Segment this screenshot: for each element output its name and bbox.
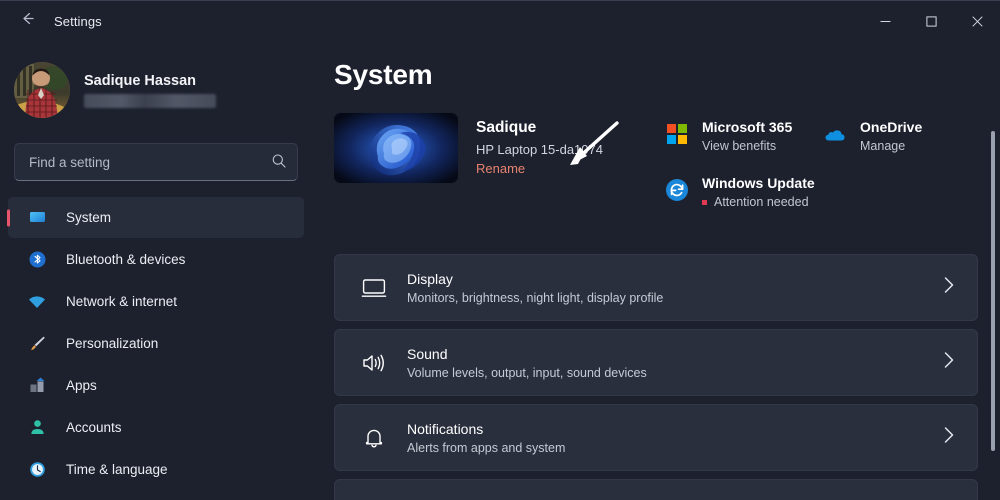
avatar	[14, 62, 70, 118]
scrollbar[interactable]	[986, 41, 1000, 500]
window-title: Settings	[54, 13, 102, 29]
chevron-right-icon	[942, 276, 959, 299]
title-bar: Settings	[0, 1, 1000, 41]
account-name: Sadique Hassan	[84, 72, 197, 89]
card-title: Display	[407, 270, 453, 287]
service-text: Windows Update Attention needed	[702, 175, 815, 209]
maximize-button[interactable]	[908, 1, 954, 41]
service-title: OneDrive	[860, 119, 923, 135]
monitor-icon	[26, 208, 48, 227]
paintbrush-icon	[26, 334, 48, 353]
page-title: System	[334, 59, 433, 90]
settings-card-partial[interactable]	[334, 479, 978, 500]
services-row-bottom: Windows Update Attention needed	[664, 175, 994, 209]
card-subtitle: Alerts from apps and system	[407, 440, 566, 455]
sidebar-item-personalization[interactable]: Personalization	[8, 323, 304, 364]
search-input[interactable]	[14, 143, 298, 181]
main-content: System Sadique HP Laptop 15-da1074 Renam…	[312, 41, 1000, 500]
microsoft-365-icon	[664, 121, 690, 147]
sidebar-item-label: Time & language	[66, 462, 168, 477]
card-text: Display Monitors, brightness, night ligh…	[407, 271, 942, 305]
window-controls	[862, 1, 1000, 41]
services-row-top: Microsoft 365 View benefits OneDrive Man…	[664, 119, 994, 153]
user-photo-avatar	[14, 62, 70, 118]
wifi-icon	[26, 292, 48, 312]
settings-card-notifications[interactable]: Notifications Alerts from apps and syste…	[334, 404, 978, 471]
minimize-button[interactable]	[862, 1, 908, 41]
apps-icon	[26, 376, 48, 395]
service-subtitle: View benefits	[702, 139, 777, 153]
card-subtitle: Monitors, brightness, night light, displ…	[407, 290, 664, 305]
service-title: Microsoft 365	[702, 119, 793, 135]
device-info: Sadique HP Laptop 15-da1074 Rename	[476, 113, 603, 191]
sidebar-item-label: Personalization	[66, 336, 159, 351]
settings-card-list: Display Monitors, brightness, night ligh…	[334, 254, 978, 500]
card-subtitle: Volume levels, output, input, sound devi…	[407, 365, 647, 380]
service-subtitle: Manage	[860, 139, 906, 153]
sidebar-item-apps[interactable]: Apps	[8, 365, 304, 406]
display-monitor-icon	[357, 276, 391, 300]
sidebar-item-system[interactable]: System	[8, 197, 304, 238]
card-title: Sound	[407, 345, 448, 362]
settings-card-display[interactable]: Display Monitors, brightness, night ligh…	[334, 254, 978, 321]
back-arrow-icon	[19, 10, 36, 32]
chevron-right-icon	[942, 426, 959, 449]
service-text: Microsoft 365 View benefits	[702, 119, 792, 153]
scrollbar-thumb[interactable]	[991, 131, 995, 451]
service-subtitle: Attention needed	[714, 195, 809, 209]
person-icon	[26, 418, 48, 437]
account-email-redacted	[84, 93, 216, 108]
card-text: Sound Volume levels, output, input, soun…	[407, 346, 942, 380]
service-microsoft-365[interactable]: Microsoft 365 View benefits	[664, 119, 822, 153]
sidebar-item-bluetooth-devices[interactable]: Bluetooth & devices	[8, 239, 304, 280]
sidebar-item-label: Accounts	[66, 420, 122, 435]
back-button[interactable]	[10, 6, 44, 36]
service-status: Attention needed	[702, 195, 815, 209]
speaker-sound-icon	[357, 351, 391, 375]
settings-window: Settings Sadique Hassan Find a setting S…	[0, 0, 1000, 500]
bluetooth-icon	[26, 250, 48, 269]
service-onedrive[interactable]: OneDrive Manage	[822, 119, 922, 153]
service-windows-update[interactable]: Windows Update Attention needed	[664, 175, 815, 209]
windows-bloom-wallpaper	[334, 113, 458, 183]
card-title: Notifications	[407, 420, 484, 437]
account-text: Sadique Hassan	[84, 73, 216, 108]
service-title: Windows Update	[702, 175, 815, 191]
sidebar-item-label: Network & internet	[66, 294, 178, 309]
services-section: Microsoft 365 View benefits OneDrive Man…	[664, 119, 994, 209]
device-name: Sadique	[476, 119, 537, 136]
close-button[interactable]	[954, 1, 1000, 41]
device-model: HP Laptop 15-da1074	[476, 142, 603, 157]
account-section[interactable]: Sadique Hassan	[0, 41, 312, 121]
sidebar: Sadique Hassan Find a setting System Blu…	[0, 41, 312, 500]
sidebar-item-label: Apps	[66, 378, 97, 393]
sidebar-nav: System Bluetooth & devices Network & int…	[0, 197, 312, 490]
sidebar-item-accounts[interactable]: Accounts	[8, 407, 304, 448]
card-text: Notifications Alerts from apps and syste…	[407, 421, 942, 455]
sidebar-item-time-language[interactable]: Time & language	[8, 449, 304, 490]
service-text: OneDrive Manage	[860, 119, 922, 153]
windows-update-sync-icon	[664, 177, 690, 203]
attention-dot-icon	[702, 199, 707, 205]
device-thumbnail	[334, 113, 458, 183]
sidebar-item-network-internet[interactable]: Network & internet	[8, 281, 304, 322]
chevron-right-icon	[942, 351, 959, 374]
sidebar-item-label: Bluetooth & devices	[66, 252, 186, 267]
bell-notification-icon	[357, 426, 391, 450]
sidebar-item-label: System	[66, 210, 112, 225]
search-container	[14, 143, 298, 181]
rename-link[interactable]: Rename	[476, 161, 603, 176]
onedrive-cloud-icon	[822, 121, 848, 147]
settings-card-sound[interactable]: Sound Volume levels, output, input, soun…	[334, 329, 978, 396]
clock-globe-icon	[26, 460, 48, 479]
